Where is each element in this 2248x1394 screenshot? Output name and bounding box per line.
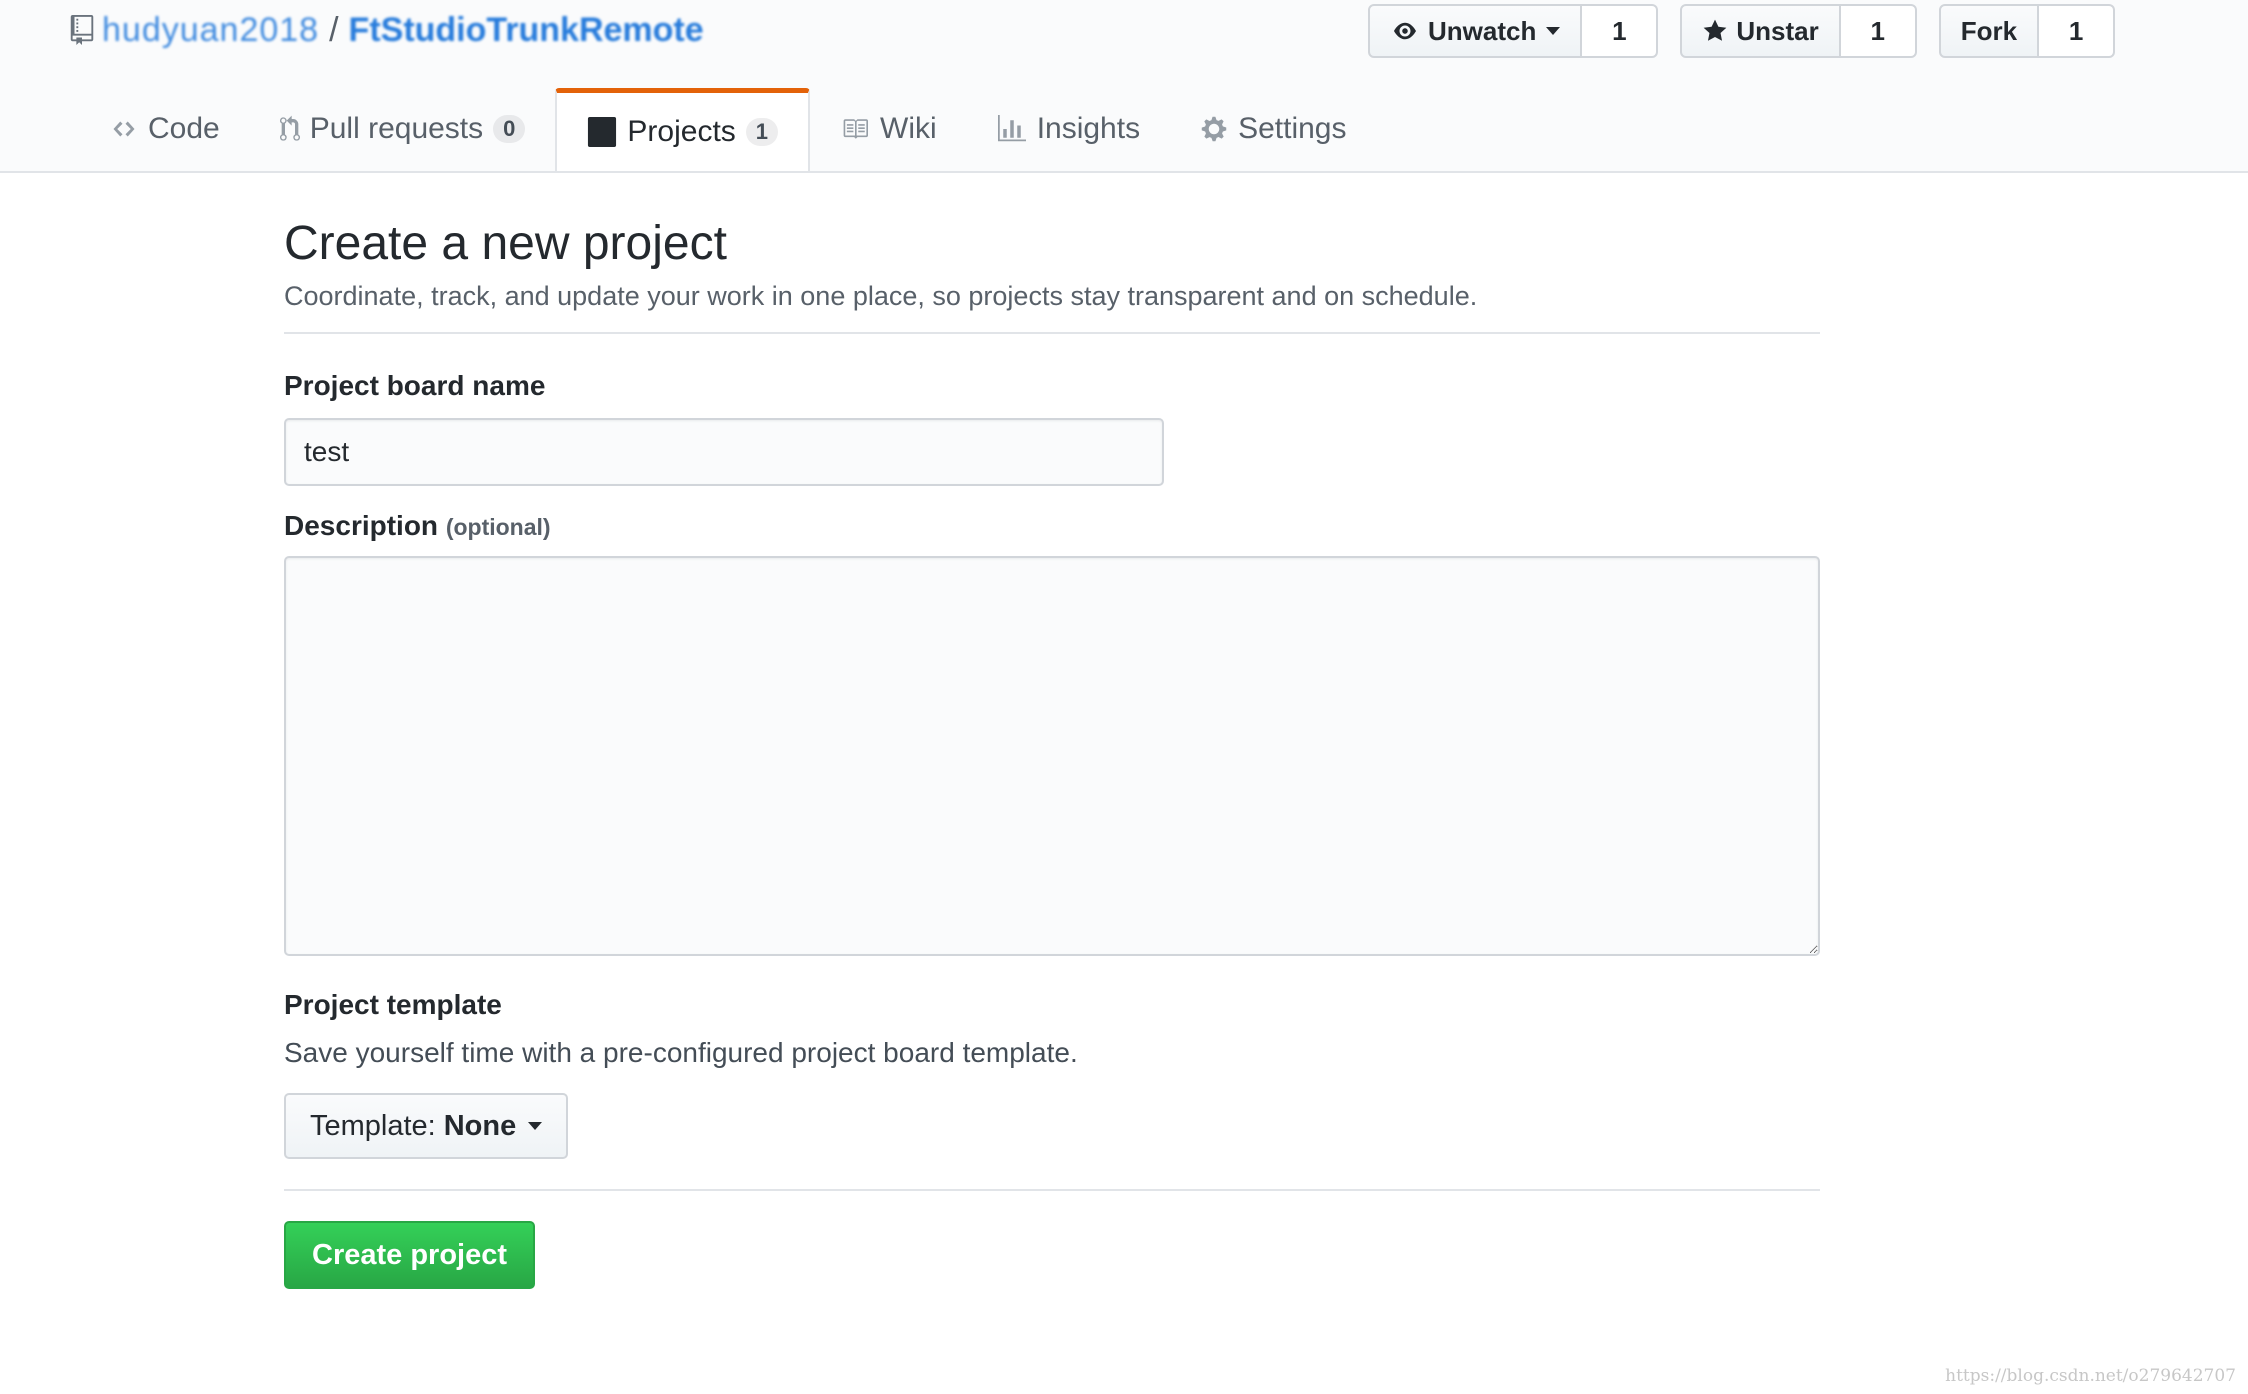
tab-code[interactable]: Code xyxy=(80,90,250,168)
page-subtitle: Coordinate, track, and update your work … xyxy=(284,281,1478,311)
optional-hint: (optional) xyxy=(445,514,551,540)
star-group: Unstar 1 xyxy=(1680,4,1917,58)
template-prefix: Template: xyxy=(310,1109,436,1142)
repo-path-separator: / xyxy=(329,10,339,49)
repo-owner-link[interactable]: hudyuan2018 xyxy=(102,11,319,50)
page-title: Create a new project xyxy=(284,217,727,270)
tab-wiki[interactable]: Wiki xyxy=(810,90,967,168)
form-actions: Create project xyxy=(284,1221,1820,1289)
tab-insights-label: Insights xyxy=(1036,112,1141,145)
new-project-form: Create a new project Coordinate, track, … xyxy=(284,216,1820,1289)
eye-icon xyxy=(1394,22,1416,40)
unwatch-label: Unwatch xyxy=(1428,15,1537,46)
stargazers-count[interactable]: 1 xyxy=(1840,4,1917,58)
tab-pull-requests[interactable]: Pull requests 0 xyxy=(250,90,556,168)
code-icon xyxy=(113,121,135,137)
template-field-group: Project template Save yourself time with… xyxy=(284,989,1820,1159)
forks-count[interactable]: 1 xyxy=(2039,4,2116,58)
description-field-group: Description (optional) xyxy=(284,510,1820,961)
watermark: https://blog.csdn.net/o279642707 xyxy=(1945,1366,2236,1386)
tab-pull-requests-label: Pull requests xyxy=(309,112,484,145)
tab-wiki-label: Wiki xyxy=(880,112,937,145)
watch-group: Unwatch 1 xyxy=(1368,4,1659,58)
project-icon xyxy=(588,117,617,147)
star-icon xyxy=(1703,19,1727,41)
pull-requests-counter: 0 xyxy=(493,115,526,143)
fork-button[interactable]: Fork xyxy=(1938,4,2040,58)
project-name-label: Project board name xyxy=(284,370,546,401)
form-divider xyxy=(284,1189,1820,1191)
description-label-row: Description (optional) xyxy=(284,510,1820,542)
tab-code-label: Code xyxy=(148,112,220,145)
description-textarea[interactable] xyxy=(284,556,1820,956)
book-icon xyxy=(843,119,869,139)
project-name-input[interactable] xyxy=(284,418,1164,486)
projects-counter: 1 xyxy=(745,118,779,146)
watchers-count[interactable]: 1 xyxy=(1582,4,1659,58)
header-divider xyxy=(284,332,1820,334)
graph-icon xyxy=(997,115,1026,142)
tab-projects-label: Projects xyxy=(627,115,736,148)
pull-request-icon xyxy=(279,115,300,141)
tab-settings[interactable]: Settings xyxy=(1170,90,1376,168)
create-project-button[interactable]: Create project xyxy=(284,1221,536,1289)
repo-header: hudyuan2018 / FtStudioTrunkRemote Unwatc… xyxy=(0,0,2248,173)
unstar-button[interactable]: Unstar xyxy=(1680,4,1841,58)
template-label: Project template xyxy=(284,989,502,1020)
template-value: None xyxy=(443,1109,517,1142)
tab-insights[interactable]: Insights xyxy=(967,90,1170,168)
template-note: Save yourself time with a pre-configured… xyxy=(284,1037,1078,1068)
fork-group: Fork 1 xyxy=(1938,4,2116,58)
repo-icon xyxy=(70,15,94,45)
unwatch-button[interactable]: Unwatch xyxy=(1368,4,1583,58)
name-field-group: Project board name xyxy=(284,370,1820,486)
tab-projects[interactable]: Projects 1 xyxy=(555,88,811,171)
repo-title: hudyuan2018 / FtStudioTrunkRemote xyxy=(70,6,704,54)
description-label: Description xyxy=(284,510,439,541)
unstar-label: Unstar xyxy=(1736,15,1819,46)
tab-settings-label: Settings xyxy=(1238,112,1347,145)
chevron-down-icon xyxy=(1546,27,1561,35)
fork-label: Fork xyxy=(1960,15,2018,46)
chevron-down-icon xyxy=(528,1122,543,1130)
repo-name-link[interactable]: FtStudioTrunkRemote xyxy=(349,11,704,50)
repo-nav-tabs: Code Pull requests 0 Projects 1 Wiki Ins… xyxy=(80,88,1376,171)
repo-actions: Unwatch 1 Unstar 1 Fork 1 xyxy=(1368,4,2137,58)
gear-icon xyxy=(1201,116,1227,142)
template-select-button[interactable]: Template: None xyxy=(284,1093,569,1159)
